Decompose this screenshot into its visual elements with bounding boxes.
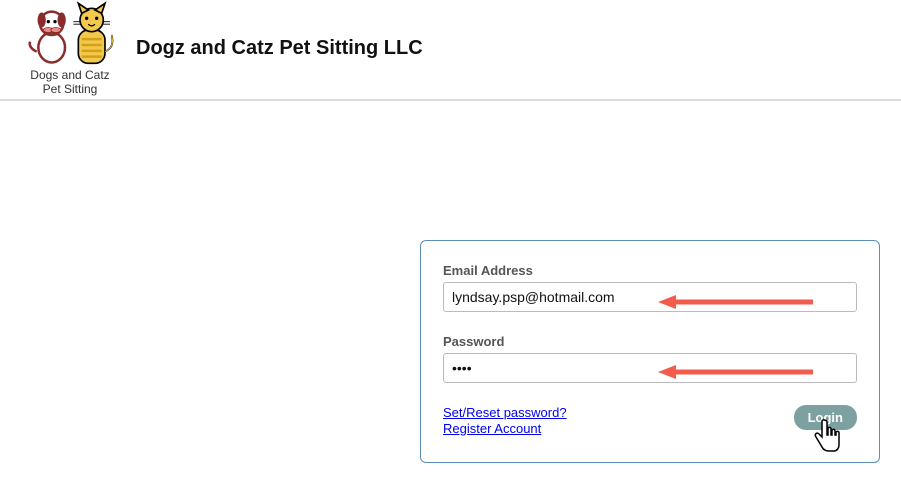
email-label: Email Address [443, 263, 857, 278]
password-group: Password [443, 334, 857, 383]
page-header: Dogs and Catz Pet Sitting Dogz and Catz … [0, 0, 901, 101]
dog-cat-logo-icon [20, 0, 120, 70]
logo-caption: Dogs and Catz Pet Sitting [30, 68, 109, 97]
reset-password-link[interactable]: Set/Reset password? [443, 405, 567, 420]
login-form-panel: Email Address Password Set/Reset passwor… [420, 240, 880, 463]
password-field[interactable] [443, 353, 857, 383]
page-title: Dogz and Catz Pet Sitting LLC [136, 37, 423, 60]
login-button-wrap: Login [794, 405, 857, 430]
password-label: Password [443, 334, 857, 349]
help-links: Set/Reset password? Register Account [443, 405, 567, 436]
form-footer: Set/Reset password? Register Account Log… [443, 405, 857, 436]
email-field[interactable] [443, 282, 857, 312]
email-group: Email Address [443, 263, 857, 312]
register-account-link[interactable]: Register Account [443, 421, 567, 436]
company-logo: Dogs and Catz Pet Sitting [20, 0, 120, 97]
login-button[interactable]: Login [794, 405, 857, 430]
